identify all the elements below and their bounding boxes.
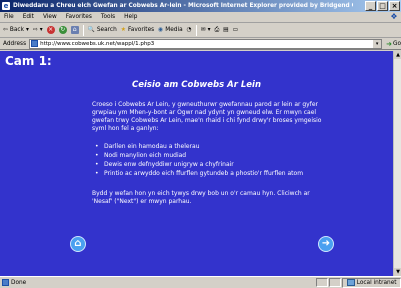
stop-icon: × — [46, 26, 55, 34]
favorites-star-icon: ★ — [120, 27, 126, 33]
print-icon: ⎙ — [214, 26, 220, 33]
status-bar: Done Local intranet — [0, 276, 401, 288]
address-bar: Address http://www.cobwebs.uk.net/wappl/… — [0, 38, 401, 50]
search-button[interactable]: 🔍 Search — [88, 27, 117, 33]
page-content: Cam 1: Ceisio am Cobwebs Ar Lein Croeso … — [0, 51, 393, 276]
menu-bar: File Edit View Favorites Tools Help ❖ — [0, 12, 401, 23]
back-button[interactable]: ⇦ Back ▾ — [3, 27, 29, 33]
menu-edit[interactable]: Edit — [23, 14, 34, 20]
back-arrow-icon: ⇦ — [3, 27, 8, 33]
go-arrow-icon: ➜ — [386, 39, 392, 48]
go-label: Go — [392, 40, 401, 47]
back-label: Back — [9, 27, 24, 33]
chevron-down-icon: ▾ — [39, 27, 43, 33]
menu-view[interactable]: View — [43, 14, 57, 20]
list-item: Nodi manylion eich mudiad — [92, 151, 322, 160]
home-button[interactable]: ⌂ — [70, 236, 86, 252]
mail-icon: ✉ — [200, 27, 206, 33]
address-dropdown-icon[interactable]: ▾ — [373, 39, 382, 48]
house-icon: ⌂ — [70, 26, 79, 34]
list-item: Darllen ein hamodau a thelerau — [92, 142, 322, 151]
security-zone: Local intranet — [341, 277, 401, 288]
forward-button[interactable]: ⇨ ▾ — [33, 27, 43, 33]
address-input[interactable]: http://www.cobwebs.uk.net/wappl/1.php3 ▾ — [29, 38, 383, 49]
stop-button[interactable]: × — [46, 26, 55, 34]
history-button[interactable]: ◔ — [187, 27, 192, 33]
windows-flag-icon: ❖ — [390, 12, 398, 21]
go-button[interactable]: ➜ Go — [386, 40, 401, 48]
list-item: Printio ac arwyddo eich ffurflen gytunde… — [92, 169, 322, 178]
intro-paragraph: Croeso i Cobwebs Ar Lein, y gwneuthurwr … — [92, 101, 322, 132]
discuss-button[interactable]: ▭ — [233, 27, 238, 33]
edit-icon: ▤ — [223, 27, 229, 33]
next-button[interactable]: ➜ — [318, 236, 334, 252]
menu-favorites[interactable]: Favorites — [66, 14, 92, 20]
menu-file[interactable]: File — [4, 14, 14, 20]
media-label: Media — [165, 27, 183, 33]
menu-tools[interactable]: Tools — [101, 14, 115, 20]
page-icon — [2, 279, 9, 286]
forward-arrow-icon: ⇨ — [32, 27, 38, 33]
search-label: Search — [96, 27, 117, 33]
toolbar-separator — [82, 24, 84, 36]
status-segment — [315, 278, 328, 287]
window-titlebar: e Diweddaru a Chreu eich Gwefan ar Cobwe… — [0, 0, 401, 12]
outro-paragraph: Bydd y wefan hon yn eich tywys drwy bob … — [92, 190, 310, 205]
discuss-icon: ▭ — [232, 27, 239, 33]
zone-label: Local intranet — [356, 279, 397, 286]
toolbar-separator — [195, 24, 197, 36]
page-icon — [31, 39, 39, 47]
scroll-down-icon[interactable]: ▼ — [394, 268, 401, 276]
window-title: Diweddaru a Chreu eich Gwefan ar Cobwebs… — [13, 3, 353, 9]
list-item: Dewis enw defnyddiwr unigryw a chyfrinai… — [92, 160, 322, 169]
media-icon: ◉ — [158, 27, 164, 33]
ie-logo-icon: e — [2, 2, 10, 10]
favorites-label: Favorites — [127, 27, 155, 33]
address-url: http://www.cobwebs.uk.net/wappl/1.php3 — [40, 40, 155, 47]
next-arrow-icon: ➜ — [321, 238, 331, 249]
status-segment — [328, 278, 341, 287]
page-heading: Ceisio am Cobwebs Ar Lein — [132, 80, 261, 90]
intranet-icon — [346, 279, 355, 286]
history-icon: ◔ — [186, 27, 192, 33]
chevron-down-icon: ▾ — [207, 27, 211, 33]
toolbar: ⇦ Back ▾ ⇨ ▾ × ↻ ⌂ 🔍 Search ★ Favorites … — [0, 23, 401, 38]
minimize-button[interactable]: _ — [365, 1, 376, 11]
scroll-up-icon[interactable]: ▲ — [394, 51, 401, 59]
home-toolbar-button[interactable]: ⌂ — [70, 26, 79, 34]
mail-button[interactable]: ✉ ▾ — [201, 27, 211, 33]
step-title: Cam 1: — [5, 54, 52, 68]
window-controls: _ □ × — [365, 1, 400, 11]
favorites-button[interactable]: ★ Favorites — [121, 27, 154, 33]
media-button[interactable]: ◉ Media — [158, 27, 182, 33]
steps-list: Darllen ein hamodau a thelerau Nodi many… — [92, 142, 322, 178]
refresh-button[interactable]: ↻ — [58, 26, 67, 34]
edit-button[interactable]: ▤ — [223, 27, 228, 33]
address-label: Address — [3, 40, 27, 47]
status-text: Done — [11, 279, 27, 286]
chevron-down-icon: ▾ — [25, 27, 29, 33]
status-left: Done — [0, 279, 316, 286]
menu-help[interactable]: Help — [124, 14, 137, 20]
home-icon: ⌂ — [74, 238, 82, 249]
search-icon: 🔍 — [87, 27, 95, 33]
refresh-icon: ↻ — [58, 26, 67, 34]
maximize-button[interactable]: □ — [377, 1, 388, 11]
print-button[interactable]: ⎙ — [215, 27, 220, 34]
vertical-scrollbar[interactable]: ▲ ▼ — [393, 51, 401, 276]
close-button[interactable]: × — [389, 1, 400, 11]
